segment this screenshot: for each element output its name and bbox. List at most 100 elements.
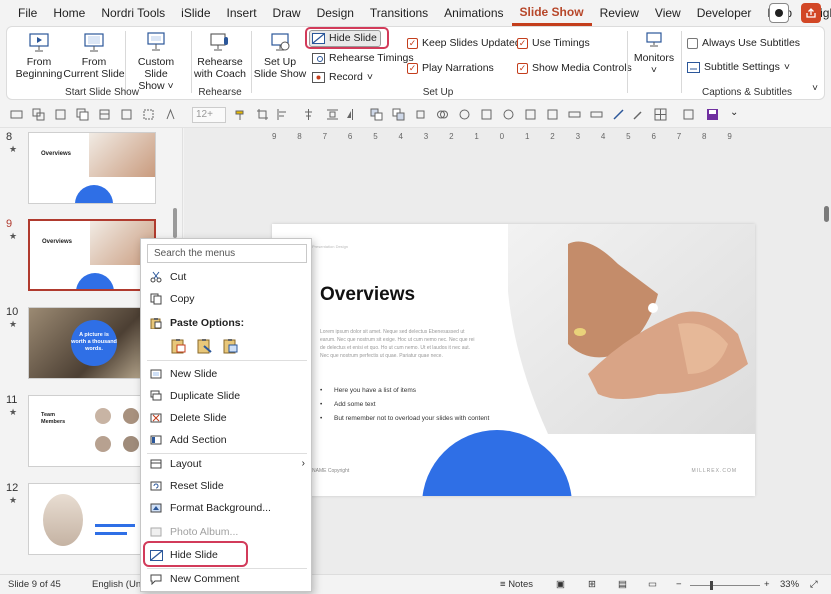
fragment-icon[interactable]: [502, 108, 515, 121]
subtitle-settings-button[interactable]: Subtitle Settings ˅: [687, 61, 790, 73]
font-size-box[interactable]: 12+: [192, 107, 226, 123]
frame-icon[interactable]: [120, 108, 133, 121]
tab-insert[interactable]: Insert: [219, 0, 265, 26]
paste-destination-theme-icon[interactable]: [171, 338, 187, 354]
slide-thumbnail-11[interactable]: Team Members: [28, 395, 156, 467]
tab-review[interactable]: Review: [592, 0, 647, 26]
blue-circle-shape[interactable]: [422, 430, 572, 496]
paste-keep-source-icon[interactable]: [197, 338, 213, 354]
keep-slides-updated-checkbox[interactable]: ✓ Keep Slides Updated: [407, 37, 521, 49]
combine-icon[interactable]: [480, 108, 493, 121]
shape-icon[interactable]: [54, 108, 67, 121]
always-use-subtitles-checkbox[interactable]: Always Use Subtitles: [687, 37, 800, 49]
format-painter-icon[interactable]: [234, 108, 247, 121]
slide-thumbnail-12[interactable]: [28, 483, 156, 555]
tab-file[interactable]: File: [10, 0, 45, 26]
record-button[interactable]: Record ˅: [312, 71, 373, 83]
menu-item-reset-slide[interactable]: Reset Slide: [141, 475, 311, 497]
align-center-icon[interactable]: [302, 108, 315, 121]
record-icon[interactable]: [769, 3, 789, 23]
menu-item-layout[interactable]: Layout: [141, 453, 311, 475]
bullet-list[interactable]: Here you have a list of items Add some t…: [320, 384, 489, 426]
thumbnail-scrollbar[interactable]: [173, 208, 177, 238]
zoom-slider[interactable]: [690, 585, 760, 586]
menu-item-cut[interactable]: Cut: [141, 266, 311, 288]
group-icon[interactable]: [32, 108, 45, 121]
show-media-controls-checkbox[interactable]: ✓ Show Media Controls: [517, 62, 632, 74]
collapse-ribbon-icon[interactable]: ˅: [812, 83, 818, 94]
tab-transitions[interactable]: Transitions: [362, 0, 436, 26]
set-up-slide-show-button[interactable]: Set Up Slide Show: [253, 31, 307, 80]
save-icon[interactable]: [706, 108, 719, 121]
crop-icon[interactable]: [256, 108, 269, 121]
hide-slide-button[interactable]: Hide Slide: [312, 32, 377, 44]
rehearse-timings-button[interactable]: Rehearse Timings: [312, 52, 414, 64]
slide-thumbnail-8[interactable]: Overviews: [28, 132, 156, 204]
shapes-icon[interactable]: [682, 108, 695, 121]
shape-outline-icon[interactable]: [142, 108, 155, 121]
use-timings-checkbox[interactable]: ✓ Use Timings: [517, 37, 590, 49]
distribute-icon[interactable]: [326, 108, 339, 121]
slide-body-text[interactable]: Lorem ipsum dolor sit amet. Neque sed de…: [320, 328, 476, 360]
zoom-in-icon[interactable]: +: [764, 579, 770, 590]
from-beginning-button[interactable]: From Beginning: [13, 31, 65, 80]
eyedropper-icon[interactable]: [632, 108, 645, 121]
grid-icon[interactable]: [654, 108, 667, 121]
send-back-icon[interactable]: [392, 108, 405, 121]
slide-title[interactable]: Overviews: [320, 284, 415, 306]
merge-icon[interactable]: [436, 108, 449, 121]
text-color-icon[interactable]: [164, 108, 177, 121]
tab-nordri-tools[interactable]: Nordri Tools: [93, 0, 173, 26]
tab-developer[interactable]: Developer: [689, 0, 760, 26]
zoom-slider-thumb[interactable]: [710, 581, 713, 590]
tab-draw[interactable]: Draw: [265, 0, 309, 26]
menu-item-new-slide[interactable]: New Slide: [141, 363, 311, 385]
tab-design[interactable]: Design: [309, 0, 362, 26]
normal-view-icon[interactable]: ▣: [556, 579, 565, 590]
rotate-icon[interactable]: [414, 108, 427, 121]
tab-animations[interactable]: Animations: [436, 0, 511, 26]
notes-button[interactable]: ≡ Notes: [500, 579, 533, 590]
from-current-slide-button[interactable]: From Current Slide: [63, 31, 125, 80]
menu-item-copy[interactable]: Copy: [141, 288, 311, 310]
bring-front-icon[interactable]: [370, 108, 383, 121]
customize-toolbar-icon[interactable]: ⌄: [730, 107, 738, 118]
slide-thumbnail-10[interactable]: A picture is worth a thousand words.: [28, 307, 156, 379]
menu-item-duplicate-slide[interactable]: Duplicate Slide: [141, 385, 311, 407]
search-menus-input[interactable]: Search the menus: [147, 244, 307, 263]
union-icon[interactable]: [458, 108, 471, 121]
align-icon[interactable]: [10, 108, 23, 121]
slideshow-view-icon[interactable]: ▭: [648, 579, 657, 590]
reading-view-icon[interactable]: ▤: [618, 579, 627, 590]
monitors-button[interactable]: Monitors ˅: [629, 31, 679, 76]
tab-home[interactable]: Home: [45, 0, 93, 26]
vertical-scrollbar[interactable]: [824, 206, 829, 222]
copy-format-icon[interactable]: [76, 108, 89, 121]
fit-slide-icon[interactable]: ⤢: [810, 579, 818, 590]
align-left-icon[interactable]: [276, 108, 289, 121]
custom-slide-show-button[interactable]: Custom Slide Show ˅: [127, 31, 185, 92]
menu-item-add-section[interactable]: Add Section: [141, 429, 311, 451]
share-icon[interactable]: [801, 3, 821, 23]
tab-islide[interactable]: iSlide: [173, 0, 218, 26]
play-narrations-checkbox[interactable]: ✓ Play Narrations: [407, 62, 494, 74]
menu-item-new-comment[interactable]: New Comment: [141, 568, 311, 590]
paste-picture-icon[interactable]: [223, 338, 239, 354]
zoom-out-icon[interactable]: −: [676, 579, 682, 590]
flip-icon[interactable]: [346, 108, 359, 121]
ink-icon[interactable]: [612, 108, 625, 121]
spacing-icon[interactable]: [590, 108, 603, 121]
intersect-icon[interactable]: [524, 108, 537, 121]
menu-item-format-background[interactable]: Format Background...: [141, 497, 311, 519]
tab-view[interactable]: View: [647, 0, 689, 26]
slide-thumbnail-9[interactable]: Overviews: [28, 219, 156, 291]
slide-sorter-icon[interactable]: ⊞: [588, 579, 596, 590]
zoom-level[interactable]: 33%: [780, 579, 799, 590]
rehearse-with-coach-button[interactable]: Rehearse with Coach: [193, 31, 247, 80]
menu-item-delete-slide[interactable]: Delete Slide: [141, 407, 311, 429]
size-icon[interactable]: [568, 108, 581, 121]
tab-slide-show[interactable]: Slide Show: [511, 1, 592, 26]
arrange-icon[interactable]: [98, 108, 111, 121]
subtract-icon[interactable]: [546, 108, 559, 121]
slide-canvas[interactable]: Presentation Design Overviews Lorem ipsu…: [272, 224, 755, 496]
